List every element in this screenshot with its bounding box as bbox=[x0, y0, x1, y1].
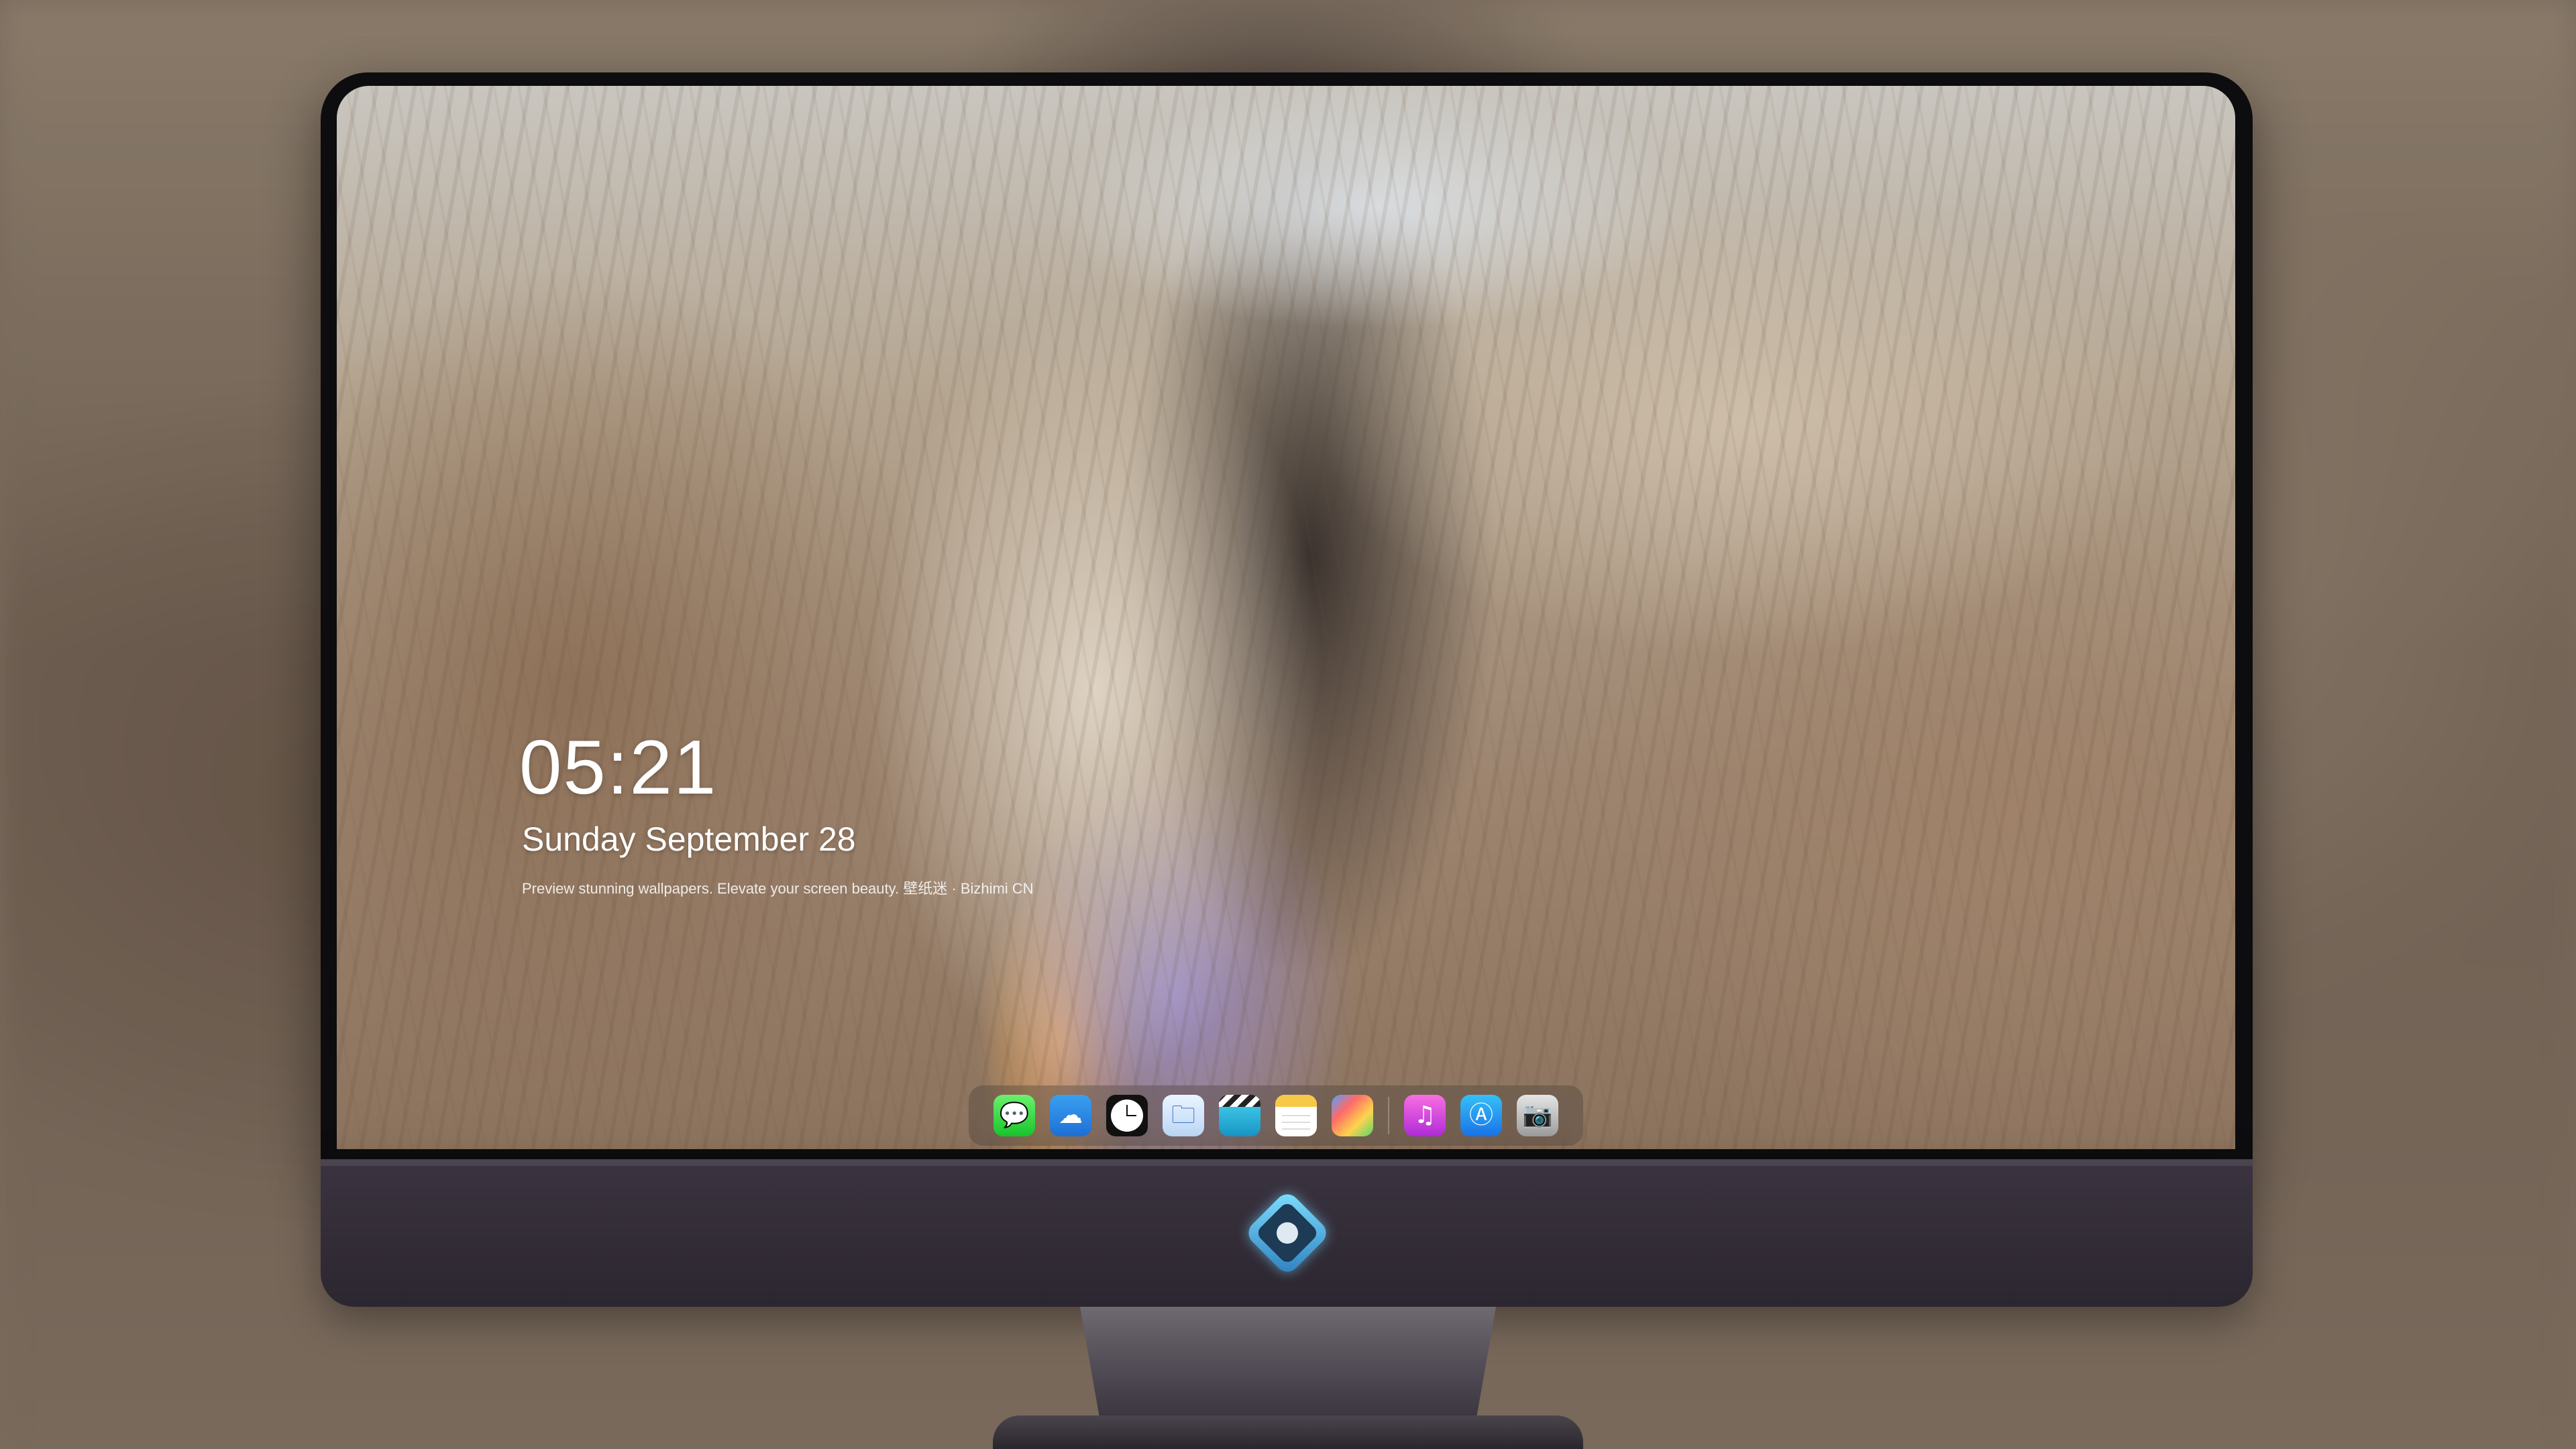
logo-inner bbox=[1254, 1200, 1320, 1266]
mascot-logo-icon bbox=[1243, 1189, 1332, 1277]
monitor-stand-base bbox=[993, 1415, 1583, 1449]
monitor-bezel: 05:21 Sunday September 28 Preview stunni… bbox=[321, 72, 2253, 1159]
messages-icon[interactable]: 💬 bbox=[994, 1095, 1035, 1136]
chin-edge bbox=[321, 1159, 2253, 1166]
clock-icon[interactable] bbox=[1106, 1095, 1148, 1136]
dock: 💬 ☁ 🗀 ♫ Ⓐ 📷 bbox=[969, 1085, 1583, 1146]
clapperboard-stripe bbox=[1219, 1095, 1260, 1107]
wallpaper-tagline: Preview stunning wallpapers. Elevate you… bbox=[522, 880, 1034, 897]
photos-icon[interactable] bbox=[1332, 1095, 1373, 1136]
lock-screen-time: 05:21 bbox=[519, 725, 718, 810]
notes-line bbox=[1282, 1122, 1310, 1123]
desktop-screen: 05:21 Sunday September 28 Preview stunni… bbox=[337, 86, 2235, 1149]
wallpaper bbox=[337, 86, 2235, 1149]
notes-icon[interactable] bbox=[1275, 1095, 1317, 1136]
music-icon[interactable]: ♫ bbox=[1404, 1095, 1446, 1136]
app-store-icon[interactable]: Ⓐ bbox=[1460, 1095, 1502, 1136]
monitor-chin bbox=[321, 1159, 2253, 1307]
preview-icon[interactable]: 🗀 bbox=[1163, 1095, 1204, 1136]
notes-line bbox=[1282, 1115, 1310, 1116]
logo-face bbox=[1277, 1222, 1298, 1244]
clock-face bbox=[1111, 1099, 1143, 1132]
notes-header bbox=[1275, 1095, 1317, 1107]
clapperboard-icon[interactable] bbox=[1219, 1095, 1260, 1136]
weather-icon[interactable]: ☁ bbox=[1050, 1095, 1091, 1136]
clock-minute-hand bbox=[1127, 1115, 1136, 1116]
camera-icon[interactable]: 📷 bbox=[1517, 1095, 1558, 1136]
notes-line bbox=[1282, 1128, 1310, 1130]
dock-separator bbox=[1388, 1097, 1389, 1134]
lock-screen-date: Sunday September 28 bbox=[522, 820, 856, 858]
